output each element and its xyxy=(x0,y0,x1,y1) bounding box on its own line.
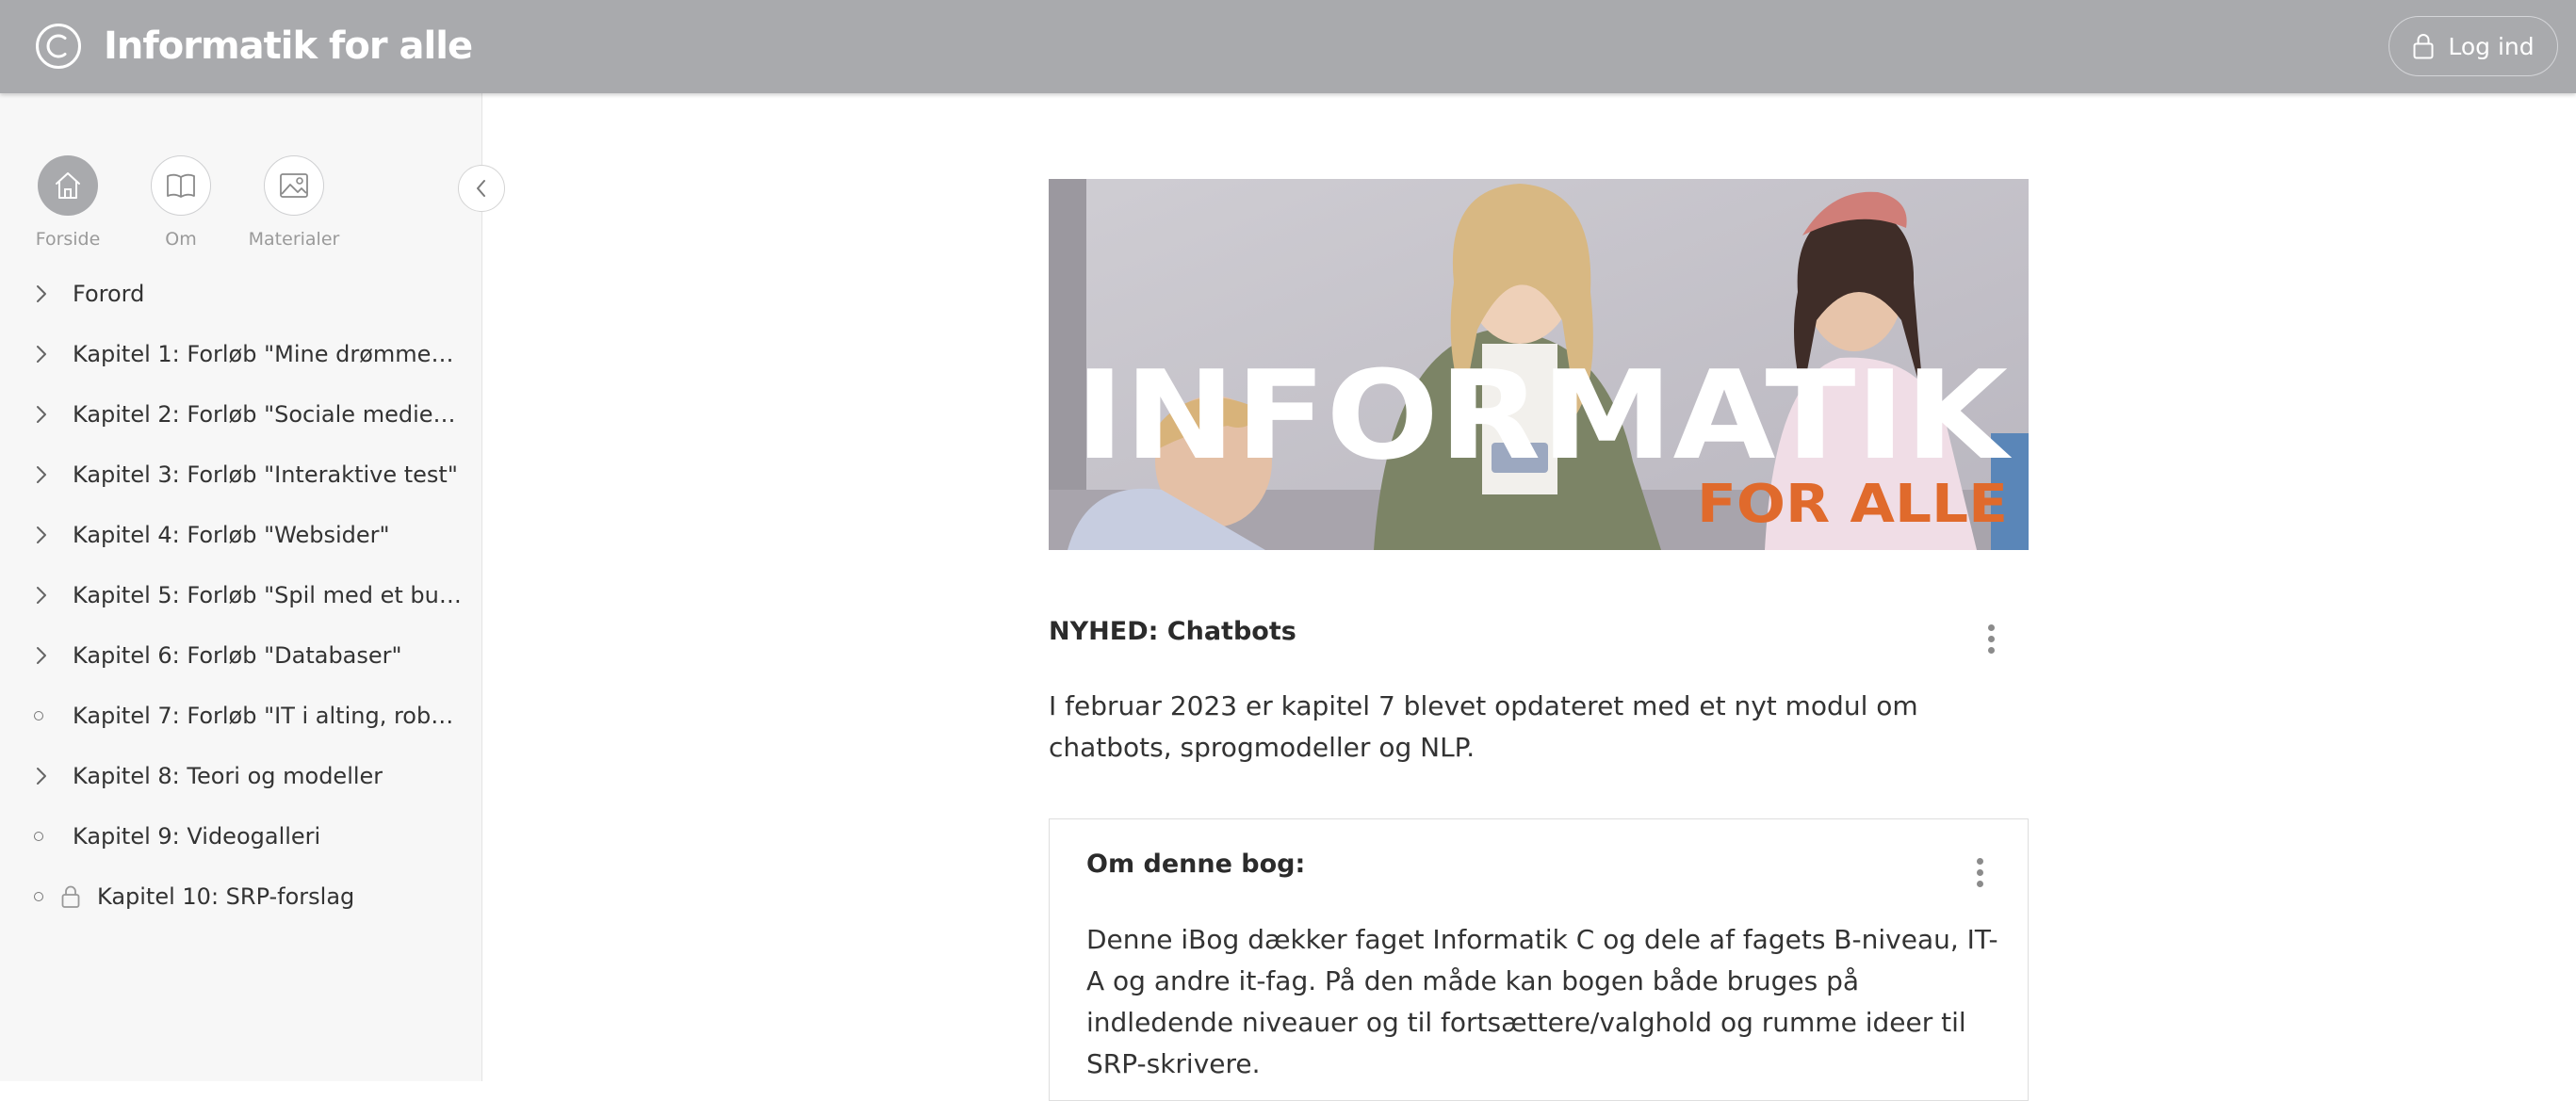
chevron-marker xyxy=(0,391,73,438)
sidebar-chapter-label: Kapitel 1: Forløb "Mine drømmes r... xyxy=(73,341,463,367)
chevron-marker xyxy=(0,632,73,679)
banner-photo: INFORMATIK FOR ALLE xyxy=(1049,179,2029,550)
sidebar-chapter-item[interactable]: Kapitel 3: Forløb "Interaktive test" xyxy=(0,451,471,498)
nav-about-label: Om xyxy=(165,229,197,250)
nav-about-circle xyxy=(151,155,211,216)
chevron-marker xyxy=(0,451,73,498)
chevron-marker xyxy=(0,511,73,559)
chevron-right-icon[interactable] xyxy=(34,344,49,364)
sidebar-chapter-item[interactable]: Forord xyxy=(0,270,471,317)
sidebar-chapter-label: Kapitel 9: Videogalleri xyxy=(73,823,321,850)
banner-image: INFORMATIK FOR ALLE xyxy=(1049,179,2029,550)
nav-about[interactable]: Om xyxy=(124,155,237,250)
sidebar-chapter-label: Forord xyxy=(73,281,145,307)
sidebar-chapter-label: Kapitel 4: Forløb "Websider" xyxy=(73,522,390,548)
chevron-right-icon[interactable] xyxy=(34,525,49,545)
sidebar-chapter-item[interactable]: Kapitel 8: Teori og modeller xyxy=(0,753,471,800)
sidebar-chapter-item[interactable]: Kapitel 10: SRP-forslag xyxy=(0,873,471,920)
chevron-left-icon xyxy=(477,180,485,197)
bullet-marker xyxy=(0,692,73,739)
lock-icon xyxy=(60,884,85,909)
nav-materials[interactable]: Materialer xyxy=(237,155,351,250)
login-label: Log ind xyxy=(2448,32,2535,60)
lock-icon xyxy=(2413,34,2434,59)
book-icon xyxy=(167,173,195,198)
sidebar-chapter-item[interactable]: Kapitel 1: Forløb "Mine drømmes r... xyxy=(0,331,471,378)
sidebar-chapter-item[interactable]: Kapitel 7: Forløb "IT i alting, robott..… xyxy=(0,692,471,739)
banner-headline: INFORMATIK xyxy=(1075,344,2013,487)
login-button[interactable]: Log ind xyxy=(2389,16,2558,76)
news-title: NYHED: Chatbots xyxy=(1049,617,1296,646)
sidebar-chapter-label: Kapitel 10: SRP-forslag xyxy=(97,883,355,910)
about-box: Om denne bog: Denne iBog dækker faget In… xyxy=(1049,818,2029,1101)
sidebar-chapter-label: Kapitel 8: Teori og modeller xyxy=(73,763,383,789)
sidebar: Forside Om Materialer Forord Kapitel 1: F… xyxy=(0,93,505,1081)
chevron-right-icon[interactable] xyxy=(34,464,49,485)
nav-materials-circle xyxy=(264,155,324,216)
image-icon xyxy=(280,173,308,198)
copyright-logo-icon[interactable] xyxy=(34,22,83,71)
sidebar-chapter-label: Kapitel 7: Forløb "IT i alting, robott..… xyxy=(73,703,463,729)
chevron-marker xyxy=(0,331,73,378)
nav-materials-label: Materialer xyxy=(248,229,340,250)
collapse-sidebar-button[interactable] xyxy=(458,165,505,212)
top-bar: Informatik for alle Log ind xyxy=(0,0,2576,93)
sidebar-chapter-label: Kapitel 2: Forløb "Sociale medier, di... xyxy=(73,401,463,428)
circle-bullet-icon xyxy=(34,832,43,841)
sidebar-chapter-label: Kapitel 5: Forløb "Spil med et buds... xyxy=(73,582,463,608)
bullet-marker xyxy=(0,813,73,860)
sidebar-chapter-item[interactable]: Kapitel 4: Forløb "Websider" xyxy=(0,511,471,559)
chevron-marker xyxy=(0,753,73,800)
sidebar-chapter-item[interactable]: Kapitel 2: Forløb "Sociale medier, di... xyxy=(0,391,471,438)
nav-home[interactable]: Forside xyxy=(11,155,124,250)
sidebar-chapter-label: Kapitel 3: Forløb "Interaktive test" xyxy=(73,461,458,488)
sidebar-chapter-item[interactable]: Kapitel 9: Videogalleri xyxy=(0,813,471,860)
chevron-right-icon[interactable] xyxy=(34,404,49,425)
chevron-marker xyxy=(0,572,73,619)
circle-bullet-icon xyxy=(34,711,43,721)
chevron-right-icon[interactable] xyxy=(34,585,49,606)
main-content: INFORMATIK FOR ALLE NYHED: Chatbots I fe… xyxy=(483,93,2576,1101)
about-more-menu-icon[interactable] xyxy=(1970,851,1989,893)
sidebar-chapter-label: Kapitel 6: Forløb "Databaser" xyxy=(73,642,402,669)
news-text: I februar 2023 er kapitel 7 blevet opdat… xyxy=(1049,690,1918,763)
sidebar-chapter-item[interactable]: Kapitel 6: Forløb "Databaser" xyxy=(0,632,471,679)
news-more-menu-icon[interactable] xyxy=(1981,618,2000,659)
banner-subline: FOR ALLE xyxy=(1697,474,2008,535)
home-icon xyxy=(56,172,80,199)
sidebar-chapter-item[interactable]: Kapitel 5: Forløb "Spil med et buds... xyxy=(0,572,471,619)
circle-bullet-icon xyxy=(34,892,43,901)
chevron-right-icon[interactable] xyxy=(34,283,49,304)
about-title: Om denne bog: xyxy=(1086,850,1306,879)
chevron-marker xyxy=(0,270,73,317)
nav-home-circle xyxy=(38,155,98,216)
nav-home-label: Forside xyxy=(35,229,101,250)
chevron-right-icon[interactable] xyxy=(34,766,49,786)
about-text: Denne iBog dækker faget Informatik C og … xyxy=(1086,924,1998,1079)
chevron-right-icon[interactable] xyxy=(34,645,49,666)
site-title[interactable]: Informatik for alle xyxy=(104,21,473,72)
